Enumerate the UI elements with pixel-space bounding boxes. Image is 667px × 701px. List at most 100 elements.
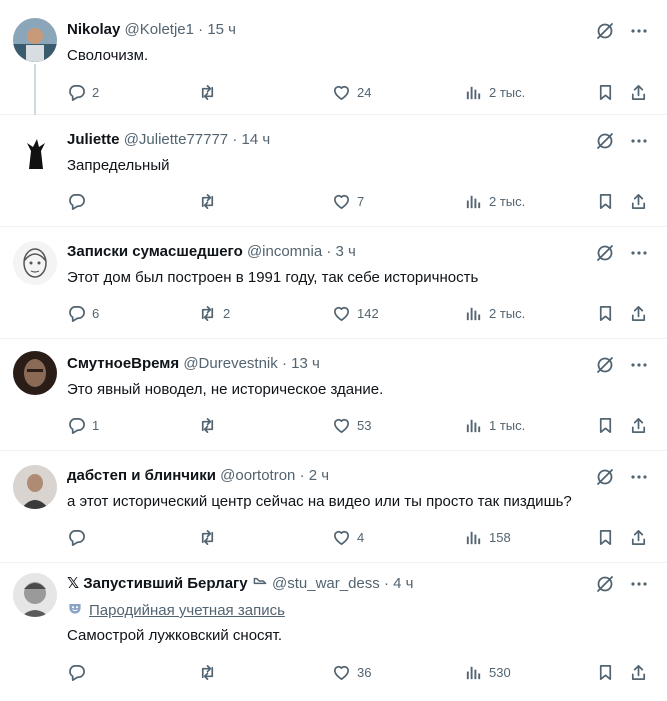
parody-label-text[interactable]: Пародийная учетная запись bbox=[89, 601, 285, 621]
reply-post[interactable]: 𝕏 Запустивший Берлагу @stu_war_dess · 4 … bbox=[0, 563, 667, 701]
timestamp[interactable]: 14 ч bbox=[242, 131, 271, 148]
repost-button[interactable] bbox=[198, 416, 223, 435]
handle[interactable]: @incomnia bbox=[247, 243, 322, 260]
views-button[interactable]: 2 тыс. bbox=[464, 304, 525, 323]
timestamp[interactable]: 2 ч bbox=[309, 467, 329, 484]
display-name[interactable]: Записки сумасшедшего bbox=[67, 243, 243, 260]
like-count: 142 bbox=[357, 306, 379, 321]
more-icon[interactable] bbox=[629, 131, 649, 151]
views-button[interactable]: 530 bbox=[464, 663, 511, 682]
reply-button[interactable] bbox=[67, 528, 92, 547]
repost-button[interactable] bbox=[198, 192, 223, 211]
reply-post[interactable]: Juliette @Juliette77777 · 14 ч Запредель… bbox=[0, 115, 667, 227]
handle[interactable]: @Durevestnik bbox=[183, 355, 277, 372]
more-icon[interactable] bbox=[629, 21, 649, 41]
reply-post[interactable]: Nikolay @Koletje1 · 15 ч Сволочизм. 2 24… bbox=[0, 0, 667, 115]
separator: · bbox=[383, 574, 389, 592]
reply-count: 1 bbox=[92, 418, 100, 433]
repost-button[interactable] bbox=[198, 83, 223, 102]
views-button[interactable]: 2 тыс. bbox=[464, 192, 525, 211]
handle[interactable]: @oortotron bbox=[220, 467, 295, 484]
bookmark-button[interactable] bbox=[596, 83, 615, 102]
timestamp[interactable]: 13 ч bbox=[291, 355, 320, 372]
timestamp[interactable]: 4 ч bbox=[393, 575, 413, 592]
reply-button[interactable]: 6 bbox=[67, 304, 99, 323]
bookmark-button[interactable] bbox=[596, 663, 615, 682]
more-icon[interactable] bbox=[629, 243, 649, 263]
share-button[interactable] bbox=[629, 83, 648, 102]
like-button[interactable]: 53 bbox=[332, 416, 371, 435]
reply-button[interactable]: 2 bbox=[67, 83, 99, 102]
reply-count: 6 bbox=[92, 306, 100, 321]
views-icon bbox=[464, 304, 483, 323]
action-bar: 1 53 1 тыс. bbox=[67, 416, 651, 436]
like-button[interactable]: 7 bbox=[332, 192, 364, 211]
share-button[interactable] bbox=[629, 528, 648, 547]
views-button[interactable]: 2 тыс. bbox=[464, 83, 525, 102]
post-text: а этот исторический центр сейчас на виде… bbox=[67, 493, 572, 510]
repost-button[interactable] bbox=[198, 528, 223, 547]
handle[interactable]: @stu_war_dess bbox=[272, 575, 380, 592]
like-button[interactable]: 142 bbox=[332, 304, 379, 323]
more-icon[interactable] bbox=[629, 355, 649, 375]
like-button[interactable]: 24 bbox=[332, 83, 371, 102]
reply-count: 2 bbox=[92, 85, 100, 100]
grok-icon[interactable] bbox=[595, 21, 615, 41]
reply-button[interactable] bbox=[67, 192, 92, 211]
avatar[interactable] bbox=[13, 573, 57, 617]
share-icon bbox=[629, 192, 648, 211]
like-button[interactable]: 36 bbox=[332, 663, 371, 682]
reply-icon bbox=[67, 416, 86, 435]
reply-post[interactable]: СмутноеВремя @Durevestnik · 13 ч Это явн… bbox=[0, 339, 667, 451]
post-header: 𝕏 Запустивший Берлагу @stu_war_dess · 4 … bbox=[67, 573, 413, 595]
grok-icon[interactable] bbox=[595, 131, 615, 151]
more-icon[interactable] bbox=[629, 574, 649, 594]
post-header: Записки сумасшедшего @incomnia · 3 ч bbox=[67, 242, 356, 262]
avatar[interactable] bbox=[13, 18, 57, 62]
grok-icon[interactable] bbox=[595, 467, 615, 487]
timestamp[interactable]: 3 ч bbox=[336, 243, 356, 260]
views-button[interactable]: 158 bbox=[464, 528, 511, 547]
avatar[interactable] bbox=[13, 351, 57, 395]
display-name[interactable]: 𝕏 Запустивший Берлагу bbox=[67, 575, 248, 592]
post-header: Juliette @Juliette77777 · 14 ч bbox=[67, 130, 270, 150]
avatar[interactable] bbox=[13, 241, 57, 285]
repost-button[interactable] bbox=[198, 663, 223, 682]
share-button[interactable] bbox=[629, 663, 648, 682]
grok-icon[interactable] bbox=[595, 243, 615, 263]
handle[interactable]: @Koletje1 bbox=[125, 21, 194, 38]
display-name[interactable]: дабстеп и блинчики bbox=[67, 467, 216, 484]
repost-icon bbox=[198, 416, 217, 435]
like-button[interactable]: 4 bbox=[332, 528, 364, 547]
post-text: Запредельный bbox=[67, 157, 170, 174]
timestamp[interactable]: 15 ч bbox=[207, 21, 236, 38]
grok-icon[interactable] bbox=[595, 355, 615, 375]
share-button[interactable] bbox=[629, 416, 648, 435]
reply-post[interactable]: Записки сумасшедшего @incomnia · 3 ч Это… bbox=[0, 227, 667, 339]
bookmark-button[interactable] bbox=[596, 416, 615, 435]
reply-button[interactable] bbox=[67, 663, 92, 682]
bookmark-button[interactable] bbox=[596, 304, 615, 323]
bookmark-button[interactable] bbox=[596, 192, 615, 211]
avatar[interactable] bbox=[13, 465, 57, 509]
post-text: Этот дом был построен в 1991 году, так с… bbox=[67, 269, 479, 286]
avatar[interactable] bbox=[13, 129, 57, 173]
reply-post[interactable]: дабстеп и блинчики @oortotron · 2 ч а эт… bbox=[0, 451, 667, 563]
share-icon bbox=[629, 663, 648, 682]
handle[interactable]: @Juliette77777 bbox=[124, 131, 228, 148]
grok-icon[interactable] bbox=[595, 574, 615, 594]
share-button[interactable] bbox=[629, 192, 648, 211]
reply-icon bbox=[67, 192, 86, 211]
more-icon[interactable] bbox=[629, 467, 649, 487]
parody-label[interactable]: Пародийная учетная запись bbox=[67, 600, 285, 622]
share-button[interactable] bbox=[629, 304, 648, 323]
like-icon bbox=[332, 663, 351, 682]
views-button[interactable]: 1 тыс. bbox=[464, 416, 525, 435]
display-name[interactable]: СмутноеВремя bbox=[67, 355, 179, 372]
reply-button[interactable]: 1 bbox=[67, 416, 99, 435]
display-name[interactable]: Juliette bbox=[67, 131, 120, 148]
display-name[interactable]: Nikolay bbox=[67, 21, 120, 38]
repost-button[interactable]: 2 bbox=[198, 304, 230, 323]
bookmark-button[interactable] bbox=[596, 528, 615, 547]
post-header: дабстеп и блинчики @oortotron · 2 ч bbox=[67, 466, 329, 486]
